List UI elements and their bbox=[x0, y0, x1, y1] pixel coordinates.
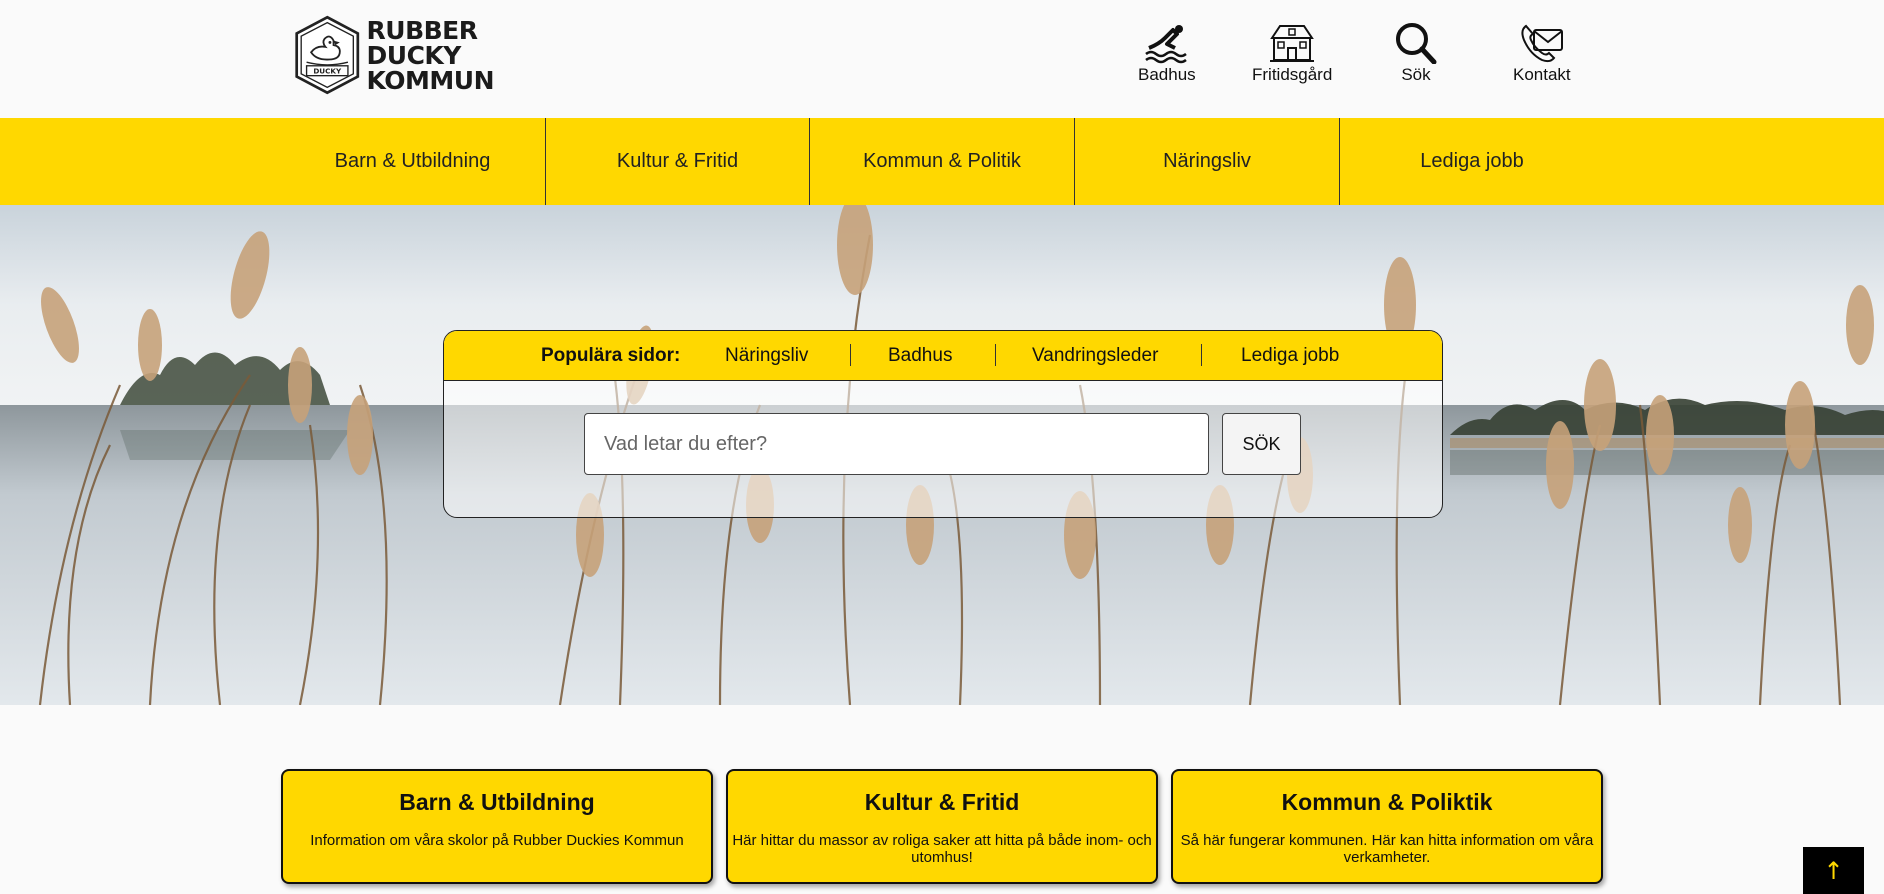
card-kommun-politik[interactable]: Kommun & Poliktik Så här fungerar kommun… bbox=[1171, 769, 1603, 884]
popular-divider bbox=[995, 344, 996, 366]
quick-link-label: Badhus bbox=[1138, 65, 1196, 84]
popular-link-vandringsleder[interactable]: Vandringsleder bbox=[1032, 345, 1158, 367]
popular-pages-label: Populära sidor: bbox=[541, 345, 681, 366]
popular-link-badhus[interactable]: Badhus bbox=[888, 345, 952, 367]
nav-item-kultur-fritid[interactable]: Kultur & Fritid bbox=[546, 118, 809, 205]
site-header: DUCKY RUBBER DUCKY KOMMUN Badhus Fritids… bbox=[0, 0, 1884, 118]
site-logo[interactable]: DUCKY RUBBER DUCKY KOMMUN bbox=[294, 10, 495, 100]
card-description: Så här fungerar kommunen. Här kan hitta … bbox=[1180, 832, 1594, 866]
logo-wordmark: RUBBER DUCKY KOMMUN bbox=[366, 15, 495, 95]
card-title: Kultur & Fritid bbox=[864, 789, 1020, 815]
swimmer-icon bbox=[1145, 25, 1187, 64]
back-to-top-button[interactable]: ↑ bbox=[1803, 847, 1864, 894]
card-title: Barn & Utbildning bbox=[399, 789, 595, 815]
house-icon bbox=[1270, 25, 1315, 62]
card-barn-utbildning[interactable]: Barn & Utbildning Information om våra sk… bbox=[281, 769, 713, 884]
popular-divider bbox=[850, 344, 851, 366]
nav-item-kommun-politik[interactable]: Kommun & Politik bbox=[810, 118, 1074, 205]
quick-link-fritidsgard[interactable]: Fritidsgård bbox=[1252, 22, 1332, 85]
nav-item-barn-utbildning[interactable]: Barn & Utbildning bbox=[280, 118, 545, 205]
quick-link-sok[interactable]: Sök bbox=[1392, 22, 1440, 85]
quick-link-label: Fritidsgård bbox=[1252, 65, 1333, 84]
duck-badge-icon: DUCKY bbox=[295, 15, 360, 95]
quick-link-badhus[interactable]: Badhus bbox=[1138, 22, 1196, 85]
search-panel: Populära sidor: Näringsliv Badhus Vandri… bbox=[443, 330, 1443, 518]
card-description: Här hittar du massor av roliga saker att… bbox=[732, 832, 1152, 866]
logo-line-2: DUCKY bbox=[366, 40, 462, 70]
quick-link-label: Sök bbox=[1401, 65, 1431, 84]
nav-item-naringsliv[interactable]: Näringsliv bbox=[1075, 118, 1339, 205]
nav-item-lediga-jobb[interactable]: Lediga jobb bbox=[1340, 118, 1604, 205]
svg-text:DUCKY: DUCKY bbox=[313, 66, 342, 75]
main-nav: Barn & Utbildning Kultur & Fritid Kommun… bbox=[0, 118, 1884, 205]
card-kultur-fritid[interactable]: Kultur & Fritid Här hittar du massor av … bbox=[726, 769, 1158, 884]
phone-mail-icon bbox=[1521, 24, 1563, 63]
popular-divider bbox=[1201, 344, 1202, 366]
search-icon bbox=[1396, 23, 1437, 64]
search-input[interactable] bbox=[584, 413, 1209, 475]
popular-pages-bar: Populära sidor: Näringsliv Badhus Vandri… bbox=[444, 331, 1442, 381]
quick-link-label: Kontakt bbox=[1513, 65, 1571, 84]
popular-link-naringsliv[interactable]: Näringsliv bbox=[725, 345, 808, 367]
card-description: Information om våra skolor på Rubber Duc… bbox=[310, 832, 684, 849]
popular-link-lediga-jobb[interactable]: Lediga jobb bbox=[1241, 345, 1339, 367]
logo-line-3: KOMMUN bbox=[366, 65, 495, 95]
quick-link-kontakt[interactable]: Kontakt bbox=[1513, 22, 1571, 85]
card-title: Kommun & Poliktik bbox=[1281, 789, 1493, 815]
search-button[interactable]: SÖK bbox=[1222, 413, 1301, 475]
logo-line-1: RUBBER bbox=[366, 15, 479, 45]
